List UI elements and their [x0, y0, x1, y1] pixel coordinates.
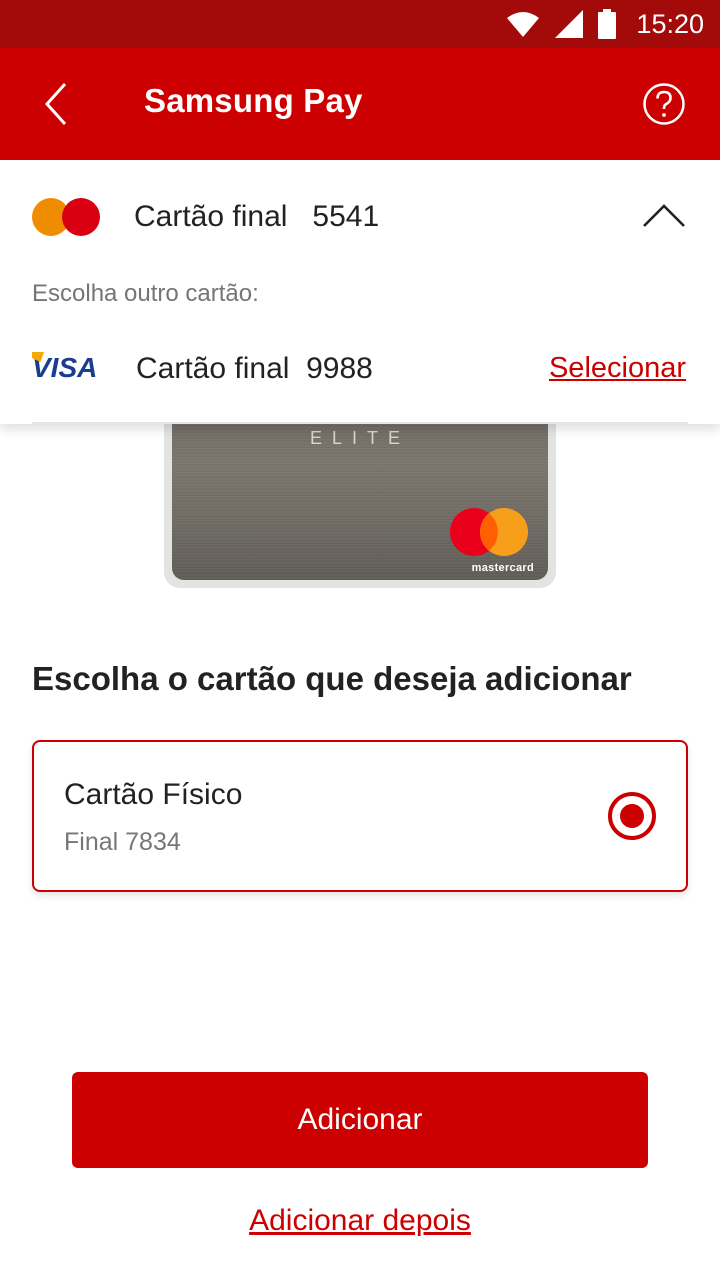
add-later-link[interactable]: Adicionar depois	[0, 1204, 720, 1238]
signal-icon	[555, 10, 584, 38]
mastercard-icon	[32, 198, 100, 236]
card-preview: ELITE mastercard	[164, 400, 556, 588]
option-title: Cartão Físico	[64, 778, 243, 811]
status-bar: 15:20	[0, 0, 720, 48]
page-title: Samsung Pay	[144, 82, 363, 119]
card-option-label: Cartão final 9988	[136, 352, 373, 385]
selected-card-label: Cartão final 5541	[134, 200, 380, 233]
card-tier-label: ELITE	[309, 428, 411, 448]
radio-selected-dot	[620, 804, 644, 828]
card-image: ELITE mastercard	[172, 400, 548, 580]
chevron-up-icon[interactable]	[642, 200, 686, 230]
help-circle-icon	[643, 83, 685, 125]
battery-icon	[598, 9, 617, 39]
chevron-left-icon	[44, 82, 67, 126]
status-icons: 15:20	[506, 0, 704, 48]
section-heading: Escolha o cartão que deseja adicionar	[32, 660, 632, 697]
wifi-icon	[507, 12, 540, 37]
divider	[32, 422, 688, 424]
card-dropdown: Cartão final 5541 Escolha outro cartão: …	[0, 160, 720, 424]
select-card-link[interactable]: Selecionar	[549, 352, 686, 385]
card-type-option[interactable]: Cartão Físico Final 7834	[32, 740, 688, 892]
card-network-label: mastercard	[471, 562, 534, 574]
option-subtitle: Final 7834	[64, 828, 181, 856]
radio-button[interactable]	[608, 792, 656, 840]
card-option-row: VISA Cartão final 9988 Selecionar	[0, 328, 720, 424]
status-time: 15:20	[636, 8, 704, 39]
other-card-label: Escolha outro cartão:	[32, 280, 259, 307]
back-button[interactable]	[36, 80, 76, 128]
add-button[interactable]: Adicionar	[72, 1072, 648, 1168]
help-button[interactable]	[642, 82, 686, 126]
selected-card-row[interactable]: Cartão final 5541	[0, 160, 720, 272]
app-bar: Samsung Pay	[0, 48, 720, 160]
